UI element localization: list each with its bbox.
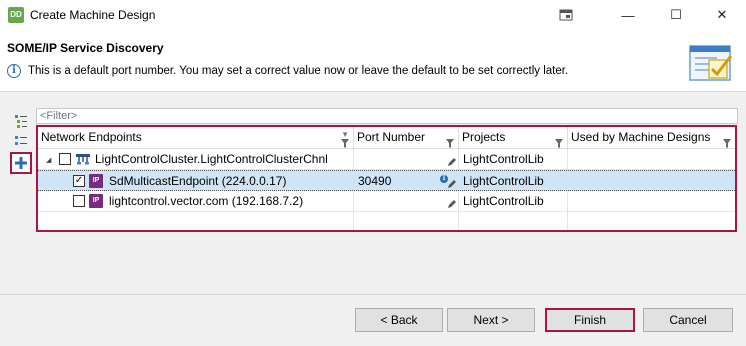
page-title: SOME/IP Service Discovery [7, 41, 164, 55]
column-label: Used by Machine Designs [571, 130, 711, 144]
column-label: Network Endpoints [41, 130, 142, 144]
footer-divider [0, 294, 746, 295]
maximize-button[interactable]: ☐ [658, 0, 694, 30]
project-name: LightControlLib [463, 152, 544, 166]
restore-window-icon[interactable] [548, 0, 584, 30]
column-port-number[interactable]: Port Number [354, 127, 459, 149]
column-projects[interactable]: Projects [459, 127, 568, 149]
port-number[interactable]: 30490 [358, 171, 391, 191]
column-used-by-machine-designs[interactable]: Used by Machine Designs [568, 127, 735, 149]
endpoint-name: lightcontrol.vector.com (192.168.7.2) [109, 194, 304, 208]
network-cluster-icon [76, 154, 90, 165]
title-bar: DD Create Machine Design — ☐ ✕ [0, 0, 746, 30]
endpoint-name: SdMulticastEndpoint (224.0.0.17) [109, 174, 287, 188]
expand-toggle-icon[interactable]: ◢ [46, 156, 51, 164]
row-checkbox[interactable]: ✓ [73, 175, 85, 187]
project-name: LightControlLib [463, 174, 544, 188]
row-checkbox[interactable] [73, 195, 85, 207]
ip-endpoint-icon: IP [89, 174, 103, 188]
cancel-button[interactable]: Cancel [643, 308, 733, 332]
collapse-all-icon[interactable] [12, 132, 30, 150]
app-icon: DD [8, 7, 24, 23]
table-header: Network Endpoints ▼ Port Number Projects… [38, 127, 735, 149]
wizard-header: SOME/IP Service Discovery i This is a de… [0, 30, 746, 92]
edit-pencil-icon[interactable] [447, 199, 457, 209]
table-row[interactable]: IP lightcontrol.vector.com (192.168.7.2)… [38, 191, 735, 212]
column-label: Projects [462, 130, 506, 144]
filter-funnel-icon[interactable] [555, 139, 563, 148]
edit-pencil-icon[interactable] [447, 179, 457, 189]
filter-funnel-icon[interactable] [341, 139, 349, 148]
minimize-button[interactable]: — [610, 0, 646, 30]
next-button[interactable]: Next > [447, 308, 535, 332]
table-row[interactable]: ◢ LightControlCluster.LightControlCluste… [38, 149, 735, 170]
filter-input[interactable] [36, 108, 738, 124]
endpoint-name: LightControlCluster.LightControlClusterC… [95, 152, 328, 166]
filter-funnel-icon[interactable] [446, 139, 454, 148]
ip-endpoint-icon: IP [89, 194, 103, 208]
column-label: Port Number [357, 130, 426, 144]
filter-funnel-icon[interactable] [723, 139, 731, 148]
info-icon: i [7, 64, 21, 78]
column-network-endpoints[interactable]: Network Endpoints ▼ [38, 127, 354, 149]
finish-button[interactable]: Finish [545, 308, 635, 332]
table-row[interactable]: ✓ IP SdMulticastEndpoint (224.0.0.17) 30… [38, 170, 735, 191]
add-endpoint-button[interactable] [10, 152, 32, 174]
endpoints-table: Network Endpoints ▼ Port Number Projects… [36, 125, 737, 232]
edit-pencil-icon[interactable] [447, 157, 457, 167]
back-button[interactable]: < Back [355, 308, 443, 332]
window-title: Create Machine Design [30, 8, 156, 22]
project-name: LightControlLib [463, 194, 544, 208]
header-message: This is a default port number. You may s… [28, 65, 569, 77]
row-checkbox[interactable] [59, 153, 71, 165]
wizard-banner-icon [689, 45, 733, 81]
close-button[interactable]: ✕ [704, 0, 740, 30]
expand-all-icon[interactable] [12, 112, 30, 130]
